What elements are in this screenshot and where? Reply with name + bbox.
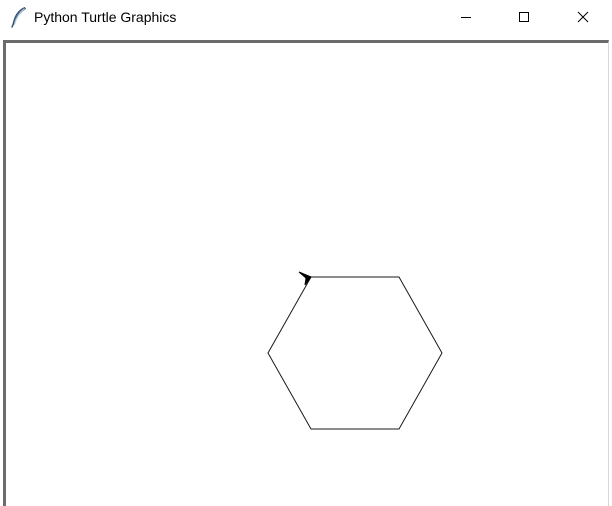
turtle-drawing <box>267 271 443 430</box>
hexagon-shape <box>267 276 443 430</box>
turtle-window: Python Turtle Graphics <box>0 0 612 506</box>
turtle-arrow-icon <box>298 271 312 286</box>
